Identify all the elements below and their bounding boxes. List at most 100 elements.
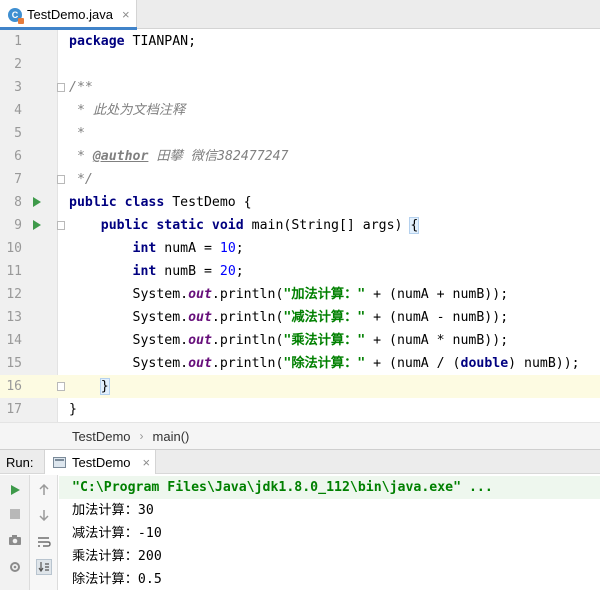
line-number: 16 (6, 379, 22, 394)
code-line[interactable]: 1 package TIANPAN; (0, 30, 600, 53)
line-number: 9 (14, 218, 22, 233)
code-token: /** (69, 80, 93, 95)
code-line[interactable]: 3 /** (0, 76, 600, 99)
scroll-to-end-icon[interactable] (36, 559, 52, 575)
code-token: System. (69, 287, 189, 302)
code-text: int numA = 10; (69, 237, 244, 260)
run-console[interactable]: "C:\Program Files\Java\jdk1.8.0_112\bin\… (59, 475, 600, 590)
editor-tab-bar: C TestDemo.java × (0, 0, 600, 30)
code-text: * (69, 122, 85, 145)
code-token: { (409, 217, 420, 234)
close-icon[interactable]: × (143, 455, 151, 470)
code-line[interactable]: 10 int numA = 10; (0, 237, 600, 260)
run-toolbar (0, 475, 30, 590)
code-token: + (numA - numB)); (365, 310, 509, 325)
line-number: 10 (6, 241, 22, 256)
code-token: 田攀 微信382477247 (148, 149, 289, 164)
run-tab-testdemo[interactable]: TestDemo × (44, 450, 156, 474)
line-number: 7 (14, 172, 22, 187)
line-number: 8 (14, 195, 22, 210)
arrow-up-icon[interactable] (36, 482, 52, 498)
console-output-line: 加法计算：30 (72, 503, 154, 518)
fold-icon[interactable] (57, 221, 65, 230)
fold-icon[interactable] (57, 83, 65, 92)
code-text: public static void main(String[] args) { (69, 214, 420, 237)
rerun-icon[interactable] (7, 482, 23, 498)
code-line[interactable]: 4 * 此处为文档注释 (0, 99, 600, 122)
code-text: int numB = 20; (69, 260, 244, 283)
code-token: + (numA * numB)); (365, 333, 509, 348)
code-token: 20 (219, 264, 236, 279)
code-token: ; (235, 264, 244, 279)
code-token: main(String[] args) (243, 218, 411, 233)
code-token: public class (69, 195, 165, 210)
code-text: System.out.println("加法计算：" + (numA + num… (69, 283, 509, 306)
breadcrumb-item-class[interactable]: TestDemo (72, 429, 131, 444)
breadcrumb: TestDemo › main() (0, 422, 600, 449)
code-text: */ (69, 168, 93, 191)
stop-icon[interactable] (7, 506, 23, 522)
code-token: + (numA / ( (365, 356, 461, 371)
code-text: * 此处为文档注释 (69, 99, 185, 122)
code-token: System. (69, 356, 189, 371)
camera-icon[interactable] (7, 532, 23, 548)
line-number: 6 (14, 149, 22, 164)
line-number: 17 (6, 402, 22, 417)
code-token: System. (69, 310, 189, 325)
fold-icon[interactable] (57, 382, 65, 391)
console-icon (53, 456, 66, 468)
code-text: } (69, 375, 110, 398)
arrow-down-icon[interactable] (36, 507, 52, 523)
code-token: numB = (156, 264, 220, 279)
code-editor[interactable]: 1 package TIANPAN; 2 3/** 4 * 此处为文档注释 5 * 6 * … (0, 30, 600, 422)
line-number: 12 (6, 287, 22, 302)
code-line[interactable]: 5 * (0, 122, 600, 145)
code-line[interactable]: 11 int numB = 20; (0, 260, 600, 283)
console-output-line: 减法计算：-10 (72, 526, 162, 541)
code-text: } (69, 398, 77, 421)
run-gutter-icon[interactable] (33, 197, 41, 207)
code-token: * (69, 149, 93, 164)
code-token: "除法计算：" (283, 356, 366, 371)
code-text: System.out.println("乘法计算：" + (numA * num… (69, 329, 509, 352)
editor-tab-testdemo[interactable]: C TestDemo.java × (0, 0, 137, 30)
settings-icon[interactable] (7, 559, 23, 575)
code-text: * @author 田攀 微信382477247 (69, 145, 289, 168)
close-icon[interactable]: × (122, 7, 130, 22)
code-token: * 此处为文档注释 (69, 103, 186, 118)
line-number: 1 (14, 34, 22, 49)
code-line[interactable]: 14 System.out.println("乘法计算：" + (numA * … (0, 329, 600, 352)
console-command-line: "C:\Program Files\Java\jdk1.8.0_112\bin\… (72, 480, 493, 495)
code-line[interactable]: 9 public static void main(String[] args)… (0, 214, 600, 237)
code-token: "减法计算：" (283, 310, 366, 325)
code-line[interactable]: 16 } (0, 375, 600, 398)
line-number: 15 (6, 356, 22, 371)
code-line[interactable]: 17} (0, 398, 600, 421)
line-number: 4 (14, 103, 22, 118)
code-line[interactable]: 12 System.out.println("加法计算：" + (numA + … (0, 283, 600, 306)
code-token: package (69, 34, 125, 49)
code-line[interactable]: 7 */ (0, 168, 600, 191)
code-token: out (188, 333, 212, 348)
code-token: System. (69, 333, 189, 348)
code-line[interactable]: 2 (0, 53, 600, 76)
fold-icon[interactable] (57, 175, 65, 184)
soft-wrap-icon[interactable] (36, 534, 52, 550)
line-number: 3 (14, 80, 22, 95)
code-line[interactable]: 13 System.out.println("减法计算：" + (numA - … (0, 306, 600, 329)
code-line[interactable]: 6 * @author 田攀 微信382477247 (0, 145, 600, 168)
run-gutter-icon[interactable] (33, 220, 41, 230)
code-token: * (69, 126, 85, 141)
line-number: 11 (6, 264, 22, 279)
run-tab-label: TestDemo (72, 454, 131, 470)
code-token: out (188, 310, 212, 325)
code-line[interactable]: 15 System.out.println("除法计算：" + (numA / … (0, 352, 600, 375)
code-line[interactable]: 8 public class TestDemo { (0, 191, 600, 214)
code-token: public static void (100, 218, 244, 233)
code-token: numA = (156, 241, 220, 256)
breadcrumb-item-method[interactable]: main() (153, 429, 190, 444)
code-token: */ (69, 172, 93, 187)
code-text: System.out.println("减法计算：" + (numA - num… (69, 306, 509, 329)
